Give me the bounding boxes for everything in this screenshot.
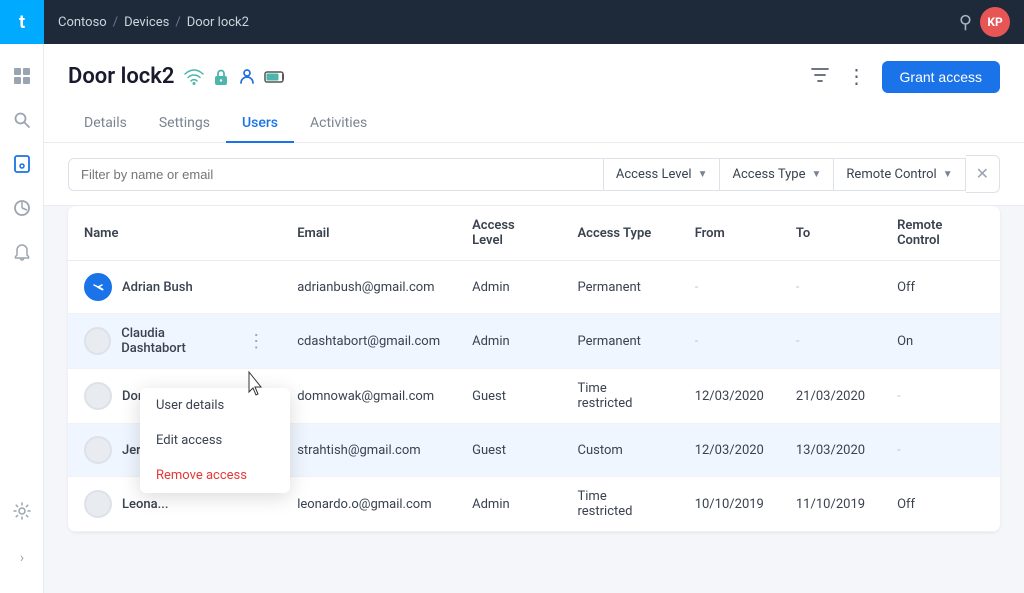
user-remote-control: Off [881,261,1000,314]
page-title: Door lock2 [68,64,286,89]
user-name-cell: Adrian Bush [68,261,281,314]
avatar [84,436,112,464]
user-remote-control: On [881,314,1000,369]
col-access-level: Access Level [456,206,561,261]
table-row: Adrian Bush adrianbush@gmail.com Admin P… [68,261,1000,314]
filter-button[interactable] [807,62,833,91]
col-name: Name [68,206,281,261]
sidebar-expand-button[interactable]: › [0,543,44,573]
user-name-cell: Claudia Dashtabort ⋮ [68,314,281,369]
sidebar: › [0,0,44,593]
chevron-down-icon: ▼ [698,169,708,180]
breadcrumb-doorlock[interactable]: Door lock2 [187,15,249,30]
user-access-type: Custom [562,424,679,477]
col-remote-control: Remote Control [881,206,1000,261]
battery-icon [264,70,286,84]
user-access-type: Permanent [562,261,679,314]
remote-control-dropdown[interactable]: Remote Control ▼ [834,158,965,191]
breadcrumb: Contoso / Devices / Door lock2 [44,15,959,30]
user-to: 13/03/2020 [780,424,881,477]
context-menu-remove-access[interactable]: Remove access [140,458,290,493]
user-remote-control: Off [881,477,1000,532]
avatar [84,273,112,301]
search-input[interactable] [68,158,604,191]
tabs: Details Settings Users Activities [68,105,1000,142]
tab-details[interactable]: Details [68,105,143,143]
sidebar-item-device[interactable] [0,142,44,186]
page-header: Door lock2 [44,44,1024,143]
context-menu: User details Edit access Remove access [140,388,290,493]
chevron-down-icon: ▼ [812,169,822,180]
user-email: cdashtabort@gmail.com [281,314,456,369]
user-from: 12/03/2020 [679,424,780,477]
col-email: Email [281,206,456,261]
breadcrumb-devices[interactable]: Devices [124,15,169,30]
avatar [84,490,112,518]
user-email: adrianbush@gmail.com [281,261,456,314]
user-from: 10/10/2019 [679,477,780,532]
user-access-level: Admin [456,261,561,314]
user-email: leonardo.o@gmail.com [281,477,456,532]
device-status-icons [184,68,286,86]
user-remote-control: - [881,369,1000,424]
user-avatar[interactable]: KP [980,7,1010,37]
sidebar-item-analytics[interactable] [0,186,44,230]
row-more-icon[interactable]: ⋮ [247,331,265,352]
context-menu-edit-access[interactable]: Edit access [140,423,290,458]
grant-access-button[interactable]: Grant access [882,61,1000,93]
page-header-actions: ⋮ Grant access [807,60,1000,93]
user-access-level: Admin [456,314,561,369]
user-to: 21/03/2020 [780,369,881,424]
col-from: From [679,206,780,261]
sidebar-item-settings[interactable] [0,489,44,533]
lock-icon [212,68,230,86]
tab-activities[interactable]: Activities [294,105,383,143]
user-email: domnowak@gmail.com [281,369,456,424]
topbar: t Contoso / Devices / Door lock2 ⚲ KP [0,0,1024,44]
chevron-down-icon: ▼ [943,169,953,180]
person-icon [238,68,256,86]
more-options-button[interactable]: ⋮ [843,60,872,93]
user-from: 12/03/2020 [679,369,780,424]
sidebar-item-bell[interactable] [0,230,44,274]
filter-close-button[interactable]: ✕ [966,155,1000,193]
user-from: - [679,261,780,314]
user-access-level: Guest [456,424,561,477]
user-to: 11/10/2019 [780,477,881,532]
col-to: To [780,206,881,261]
breadcrumb-contoso[interactable]: Contoso [58,15,107,30]
user-access-type: Time restricted [562,369,679,424]
main-content: Door lock2 [44,44,1024,593]
tab-settings[interactable]: Settings [143,105,226,143]
user-access-level: Admin [456,477,561,532]
filter-bar: Access Level ▼ Access Type ▼ Remote Cont… [44,143,1024,206]
col-access-type: Access Type [562,206,679,261]
topbar-actions: ⚲ KP [959,7,1024,37]
page-title-row: Door lock2 [68,60,1000,93]
table-header-row: Name Email Access Level Access Type From… [68,206,1000,261]
wifi-icon [184,69,204,85]
user-to: - [780,314,881,369]
search-icon[interactable]: ⚲ [959,12,972,33]
user-to: - [780,261,881,314]
user-remote-control: - [881,424,1000,477]
avatar [84,327,111,355]
access-type-dropdown[interactable]: Access Type ▼ [720,158,834,191]
user-from: - [679,314,780,369]
table-row: Claudia Dashtabort ⋮ cdashtabort@gmail.c… [68,314,1000,369]
user-email: strahtish@gmail.com [281,424,456,477]
sidebar-item-grid[interactable] [0,54,44,98]
user-access-type: Permanent [562,314,679,369]
user-access-type: Time restricted [562,477,679,532]
tab-users[interactable]: Users [226,105,294,143]
avatar [84,382,112,410]
context-menu-user-details[interactable]: User details [140,388,290,423]
logo: t [0,0,44,44]
sidebar-item-search[interactable] [0,98,44,142]
access-level-dropdown[interactable]: Access Level ▼ [604,158,721,191]
user-access-level: Guest [456,369,561,424]
